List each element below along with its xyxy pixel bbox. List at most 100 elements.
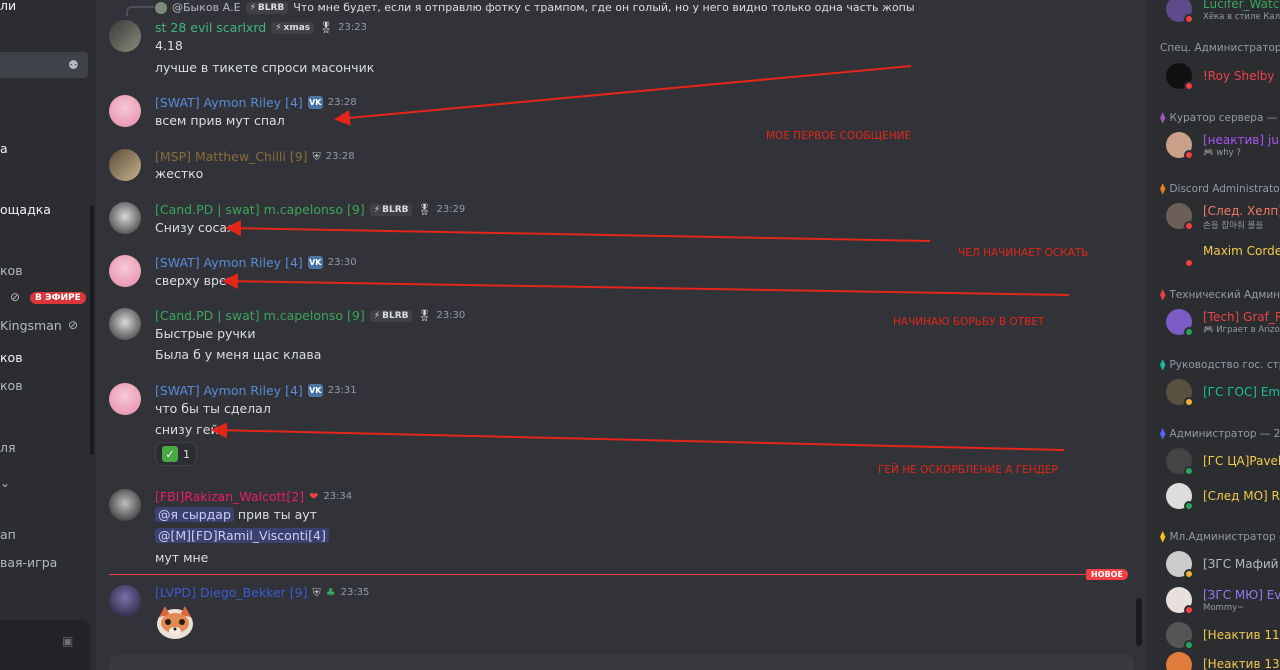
channel-item[interactable]: ли xyxy=(0,0,16,13)
message-header: [Cand.PD | swat] m.capelonso [9] ⚡ BLRB 🎖… xyxy=(155,308,465,323)
member-item[interactable]: [След МО] Ri xyxy=(1166,481,1280,511)
message-header: [SWAT] Aymon Riley [4] VK 23:31 xyxy=(155,383,357,398)
avatar[interactable] xyxy=(109,489,141,521)
channel-item[interactable]: ап xyxy=(0,527,16,542)
username[interactable]: [MSP] Matthew_Chilli [9] xyxy=(155,149,308,164)
reaction-button[interactable]: ✓ 1 xyxy=(155,442,197,466)
avatar[interactable] xyxy=(109,383,141,415)
timestamp: 23:31 xyxy=(327,385,357,396)
member-item[interactable]: !Roy Shelby xyxy=(1166,61,1280,91)
mic-muted-icon: ⊘ xyxy=(68,318,79,332)
member-name: [Tech] Graf_R xyxy=(1203,310,1280,324)
message-header: [LVPD] Diego_Bekker [9] ⛨ ♣ 23:35 xyxy=(155,585,369,600)
message-text: мут мне xyxy=(155,550,209,565)
username[interactable]: st 28 evil scarlxrd xyxy=(155,20,266,35)
member-item[interactable]: [След. Хелп] 손을 잡아줘 볼을 xyxy=(1166,201,1280,231)
username[interactable]: [Cand.PD | swat] m.capelonso [9] xyxy=(155,308,365,323)
message-header: [MSP] Matthew_Chilli [9] ⛨ 23:28 xyxy=(155,149,355,164)
user-mention[interactable]: @я сырдар xyxy=(155,507,234,522)
role-header: ⧫ Технический Админ xyxy=(1160,288,1280,301)
reply-avatar xyxy=(155,1,167,14)
message-header: [FBI]Rakizan_Walcott[2] ❤ 23:34 xyxy=(155,489,352,504)
chat-scrollbar[interactable] xyxy=(1136,598,1142,646)
avatar[interactable] xyxy=(109,202,141,234)
member-item[interactable]: [ЗГС МЮ] Eve Mommy~ xyxy=(1166,585,1280,615)
message-composer[interactable] xyxy=(109,655,1134,670)
annotation-label: МОЕ ПЕРВОЕ СООБЩЕНИЕ xyxy=(766,130,912,142)
reply-preview[interactable]: @Быков А.Е ⚡ BLRB Что мне будет, если я о… xyxy=(155,1,915,14)
message-text: Была б у меня щас клава xyxy=(155,347,322,362)
screen-share-icon[interactable]: ▣ xyxy=(62,634,73,648)
channel-item[interactable]: ощадка xyxy=(0,202,51,217)
message-header: [SWAT] Aymon Riley [4] VK 23:28 xyxy=(155,95,357,110)
timestamp: 23:28 xyxy=(327,97,357,108)
chat-area: @Быков А.Е ⚡ BLRB Что мне будет, если я о… xyxy=(96,0,1146,670)
channel-item[interactable]: ля xyxy=(0,440,16,455)
member-item[interactable]: [Tech] Graf_R 🎮 Играет в Arizo xyxy=(1166,307,1280,337)
channel-item[interactable]: вая-игра xyxy=(0,555,57,570)
dnd-status-icon xyxy=(1184,221,1194,231)
reaction-count: 1 xyxy=(183,447,190,461)
username[interactable]: [SWAT] Aymon Riley [4] xyxy=(155,383,303,398)
username[interactable]: [LVPD] Diego_Bekker [9] xyxy=(155,585,307,600)
dnd-status-icon xyxy=(1184,14,1194,24)
role-icon: ⧫ xyxy=(1160,427,1166,440)
member-item[interactable]: [ГС ЦА]Pavel_ xyxy=(1166,446,1280,476)
sidebar-scrollbar[interactable] xyxy=(90,205,94,455)
voice-user[interactable]: Kingsman xyxy=(0,318,62,333)
voice-user[interactable]: ков xyxy=(0,263,23,278)
avatar[interactable] xyxy=(109,585,141,617)
message-text: снизу гей xyxy=(155,422,219,437)
dnd-status-icon xyxy=(1184,258,1194,268)
role-icon: 🎖 xyxy=(417,203,432,216)
message-header: [SWAT] Aymon Riley [4] VK 23:30 xyxy=(155,255,357,270)
role-header: ⧫ Руководство гос. стр xyxy=(1160,358,1280,371)
vk-icon: VK xyxy=(307,256,323,269)
username[interactable]: [SWAT] Aymon Riley [4] xyxy=(155,95,303,110)
member-name: Lucifer_Watc xyxy=(1203,0,1280,11)
member-name: [ЗГС МЮ] Eve xyxy=(1203,588,1280,602)
voice-user[interactable]: ков xyxy=(0,350,23,365)
add-member-icon[interactable]: ⚉ xyxy=(68,58,79,72)
member-name: [неактив] ju xyxy=(1203,133,1279,147)
reply-text: Что мне будет, если я отправлю фотку с т… xyxy=(293,1,915,14)
member-item[interactable]: [Неактив 13.0 xyxy=(1166,650,1280,670)
role-icon: 🎖 xyxy=(417,309,432,322)
member-name: Maxim Corder xyxy=(1203,244,1280,258)
reply-connector xyxy=(126,6,154,16)
member-item[interactable]: [ГС ГОС] Emm xyxy=(1166,377,1280,407)
username[interactable]: [SWAT] Aymon Riley [4] xyxy=(155,255,303,270)
avatar[interactable] xyxy=(109,255,141,287)
user-mention[interactable]: @[M][FD]Ramil_Visconti[4] xyxy=(155,528,329,543)
member-item[interactable]: Maxim Corder xyxy=(1166,238,1280,268)
chevron-down-icon[interactable]: ⌄ xyxy=(0,476,10,490)
vk-icon: VK xyxy=(307,384,323,397)
username[interactable]: [FBI]Rakizan_Walcott[2] xyxy=(155,489,304,504)
member-item[interactable]: [ЗГС Мафий xyxy=(1166,549,1280,579)
member-name: [ГС ГОС] Emm xyxy=(1203,385,1280,399)
member-item[interactable]: Lucifer_Watc Хёка в стиле Кал xyxy=(1166,0,1280,24)
new-messages-divider xyxy=(109,574,1121,575)
avatar[interactable] xyxy=(109,95,141,127)
avatar[interactable] xyxy=(109,149,141,181)
role-icon: 🎖 xyxy=(319,21,334,34)
user-panel: ▣ xyxy=(0,620,90,670)
reply-author[interactable]: @Быков А.Е xyxy=(172,1,241,14)
voice-user[interactable]: ков xyxy=(0,378,23,393)
vk-icon: VK xyxy=(307,96,323,109)
member-item[interactable]: [неактив] ju 🎮 why ? xyxy=(1166,130,1280,160)
member-item[interactable]: [Неактив 11.8] xyxy=(1166,620,1280,650)
member-name: [След. Хелп] xyxy=(1203,204,1280,218)
sticker-red-panda[interactable] xyxy=(155,603,195,641)
message-text: @[M][FD]Ramil_Visconti[4] xyxy=(155,528,329,543)
channel-item[interactable]: а xyxy=(0,141,8,156)
message-text: сверху врет xyxy=(155,273,234,288)
timestamp: 23:29 xyxy=(436,204,466,215)
message-text: @я сырдар прив ты аут xyxy=(155,507,317,522)
username[interactable]: [Cand.PD | swat] m.capelonso [9] xyxy=(155,202,365,217)
annotation-arrow xyxy=(334,65,912,126)
live-badge: В ЭФИРЕ xyxy=(30,292,86,304)
avatar[interactable] xyxy=(109,20,141,52)
message-header: st 28 evil scarlxrd ⚡ xmas 🎖 23:23 xyxy=(155,20,367,35)
avatar[interactable] xyxy=(109,308,141,340)
